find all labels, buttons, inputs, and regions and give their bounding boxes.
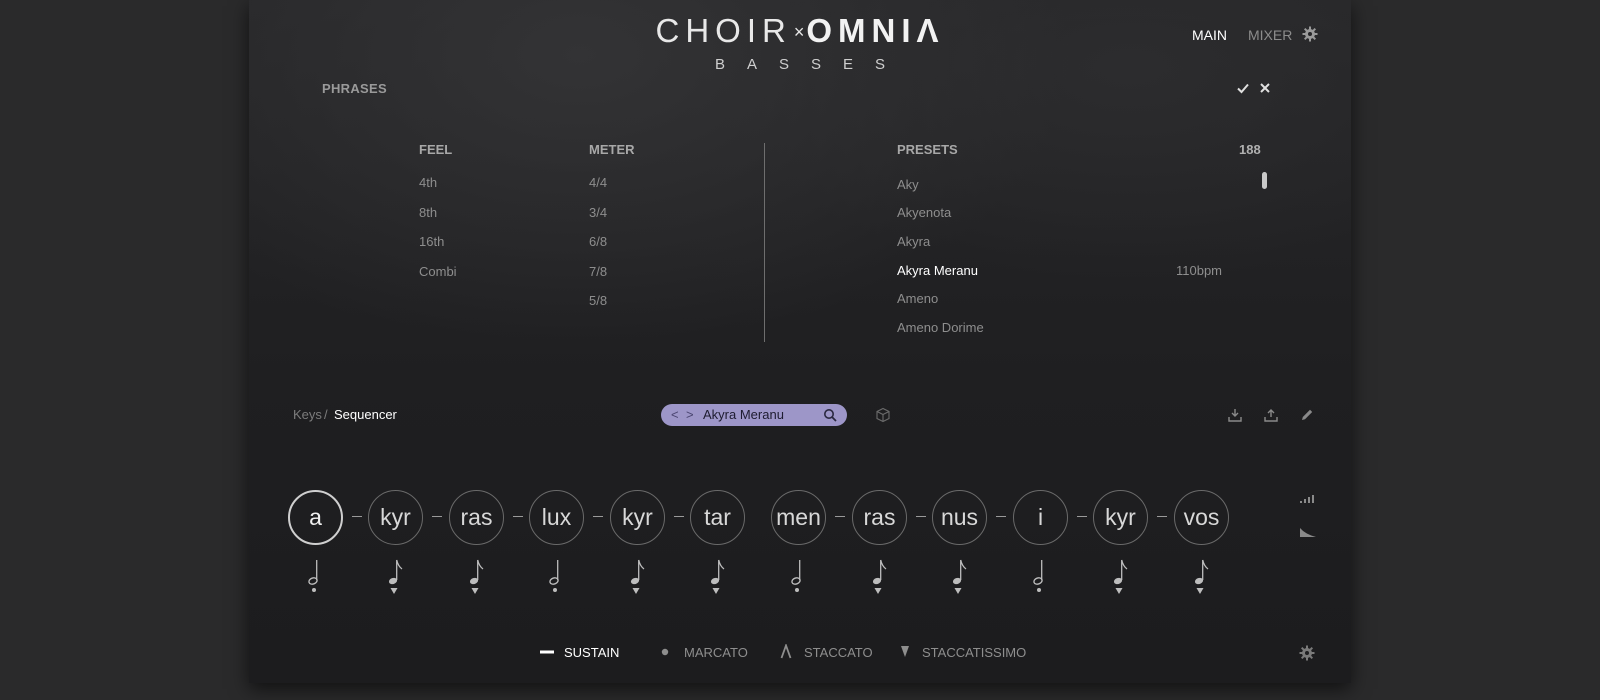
close-icon[interactable] bbox=[1258, 81, 1272, 95]
articulation-sustain[interactable]: SUSTAIN bbox=[564, 645, 619, 660]
syllable-dash bbox=[674, 516, 684, 517]
syllable-dash bbox=[513, 516, 523, 517]
feel-item-8th[interactable]: 8th bbox=[419, 205, 437, 220]
curve-ramp-icon[interactable] bbox=[1299, 526, 1317, 538]
presets-scrollbar[interactable] bbox=[1262, 172, 1267, 189]
eighth-note-icon[interactable] bbox=[1192, 557, 1212, 597]
presets-heading: PRESETS bbox=[897, 142, 958, 157]
meter-heading: METER bbox=[589, 142, 635, 157]
meter-item-6-8[interactable]: 6/8 bbox=[589, 234, 607, 249]
syllable-pad[interactable]: vos bbox=[1174, 490, 1229, 545]
dash-icon bbox=[540, 650, 554, 654]
syllable-pad[interactable]: men bbox=[771, 490, 826, 545]
syllable-dash bbox=[835, 516, 845, 517]
syllable-pad[interactable]: a bbox=[288, 490, 343, 545]
randomize-dice-icon[interactable] bbox=[875, 407, 891, 423]
nav-tab-mixer[interactable]: MIXER bbox=[1248, 27, 1292, 43]
syllable-pad[interactable]: tar bbox=[690, 490, 745, 545]
syllable-dash bbox=[1077, 516, 1087, 517]
eighth-note-icon[interactable] bbox=[950, 557, 970, 597]
app-window: CHOIR ×OMNIΛ BASSES MAIN MIXER PHRASES FE… bbox=[249, 0, 1351, 683]
syllable-sequence: a kyr ras lux kyr tar men ras nus i kyr … bbox=[249, 490, 1351, 550]
meter-item-5-8[interactable]: 5/8 bbox=[589, 293, 607, 308]
phrases-title: PHRASES bbox=[322, 81, 387, 96]
meter-item-4-4[interactable]: 4/4 bbox=[589, 175, 607, 190]
articulation-marcato[interactable]: MARCATO bbox=[684, 645, 748, 660]
wedge-icon bbox=[901, 646, 909, 657]
half-note-icon[interactable] bbox=[306, 557, 326, 597]
preset-item[interactable]: Aky bbox=[897, 177, 919, 192]
syllable-dash bbox=[996, 516, 1006, 517]
preset-selector[interactable]: < > Akyra Meranu bbox=[661, 404, 847, 426]
eighth-note-icon[interactable] bbox=[708, 557, 728, 597]
presets-count: 188 bbox=[1239, 142, 1261, 157]
mode-separator: / bbox=[324, 407, 328, 422]
search-icon[interactable] bbox=[823, 408, 837, 422]
syllable-pad[interactable]: ras bbox=[449, 490, 504, 545]
column-divider bbox=[764, 143, 765, 342]
mode-sequencer-link[interactable]: Sequencer bbox=[334, 407, 397, 422]
syllable-pad[interactable]: nus bbox=[932, 490, 987, 545]
nav-tab-main[interactable]: MAIN bbox=[1192, 27, 1227, 43]
half-note-icon[interactable] bbox=[547, 557, 567, 597]
feel-heading: FEEL bbox=[419, 142, 453, 157]
articulation-staccato[interactable]: STACCATO bbox=[804, 645, 873, 660]
syllable-pad[interactable]: kyr bbox=[368, 490, 423, 545]
preset-next-button[interactable]: > bbox=[686, 407, 694, 422]
dot-icon bbox=[661, 648, 669, 656]
meter-item-7-8[interactable]: 7/8 bbox=[589, 264, 607, 279]
preset-item[interactable]: Akyenota bbox=[897, 205, 951, 220]
export-upload-icon[interactable] bbox=[1263, 407, 1279, 423]
velocity-bars-icon[interactable] bbox=[1299, 490, 1317, 504]
preset-item[interactable]: Ameno bbox=[897, 291, 938, 306]
articulation-staccatissimo[interactable]: STACCATISSIMO bbox=[922, 645, 1026, 660]
edit-pencil-icon[interactable] bbox=[1299, 407, 1315, 423]
half-note-icon[interactable] bbox=[789, 557, 809, 597]
settings-gear-icon[interactable] bbox=[1302, 26, 1318, 42]
syllable-pad[interactable]: kyr bbox=[610, 490, 665, 545]
product-subtitle: BASSES bbox=[714, 56, 908, 73]
feel-item-4th[interactable]: 4th bbox=[419, 175, 437, 190]
preset-item[interactable]: Ameno Dorime bbox=[897, 320, 984, 335]
syllable-dash bbox=[352, 516, 362, 517]
syllable-dash bbox=[1157, 516, 1167, 517]
logo-x: × bbox=[793, 22, 805, 42]
syllable-pad[interactable]: i bbox=[1013, 490, 1068, 545]
preset-prev-button[interactable]: < bbox=[671, 407, 679, 422]
eighth-note-icon[interactable] bbox=[870, 557, 890, 597]
eighth-note-icon[interactable] bbox=[386, 557, 406, 597]
half-note-icon[interactable] bbox=[1031, 557, 1051, 597]
syllable-dash bbox=[593, 516, 603, 517]
feel-item-16th[interactable]: 16th bbox=[419, 234, 444, 249]
eighth-note-icon[interactable] bbox=[628, 557, 648, 597]
settings-gear-icon[interactable] bbox=[1299, 645, 1315, 661]
meter-item-3-4[interactable]: 3/4 bbox=[589, 205, 607, 220]
syllable-pad[interactable]: lux bbox=[529, 490, 584, 545]
preset-item-selected[interactable]: Akyra Meranu bbox=[897, 263, 978, 278]
logo-choir: CHOIR bbox=[655, 12, 792, 49]
eighth-note-icon[interactable] bbox=[467, 557, 487, 597]
mode-keys-link[interactable]: Keys bbox=[293, 407, 322, 422]
caret-icon bbox=[780, 644, 792, 659]
eighth-note-icon[interactable] bbox=[1111, 557, 1131, 597]
logo-omnia: OMNIΛ bbox=[806, 12, 945, 49]
save-download-icon[interactable] bbox=[1227, 407, 1243, 423]
feel-item-combi[interactable]: Combi bbox=[419, 264, 457, 279]
confirm-check-icon[interactable] bbox=[1236, 81, 1250, 95]
syllable-pad[interactable]: ras bbox=[852, 490, 907, 545]
preset-item[interactable]: Akyra bbox=[897, 234, 930, 249]
preset-name: Akyra Meranu bbox=[703, 407, 784, 422]
syllable-dash bbox=[916, 516, 926, 517]
preset-bpm: 110bpm bbox=[1176, 263, 1223, 278]
logo: CHOIR ×OMNIΛ bbox=[249, 12, 1351, 50]
syllable-dash bbox=[432, 516, 442, 517]
syllable-pad[interactable]: kyr bbox=[1093, 490, 1148, 545]
